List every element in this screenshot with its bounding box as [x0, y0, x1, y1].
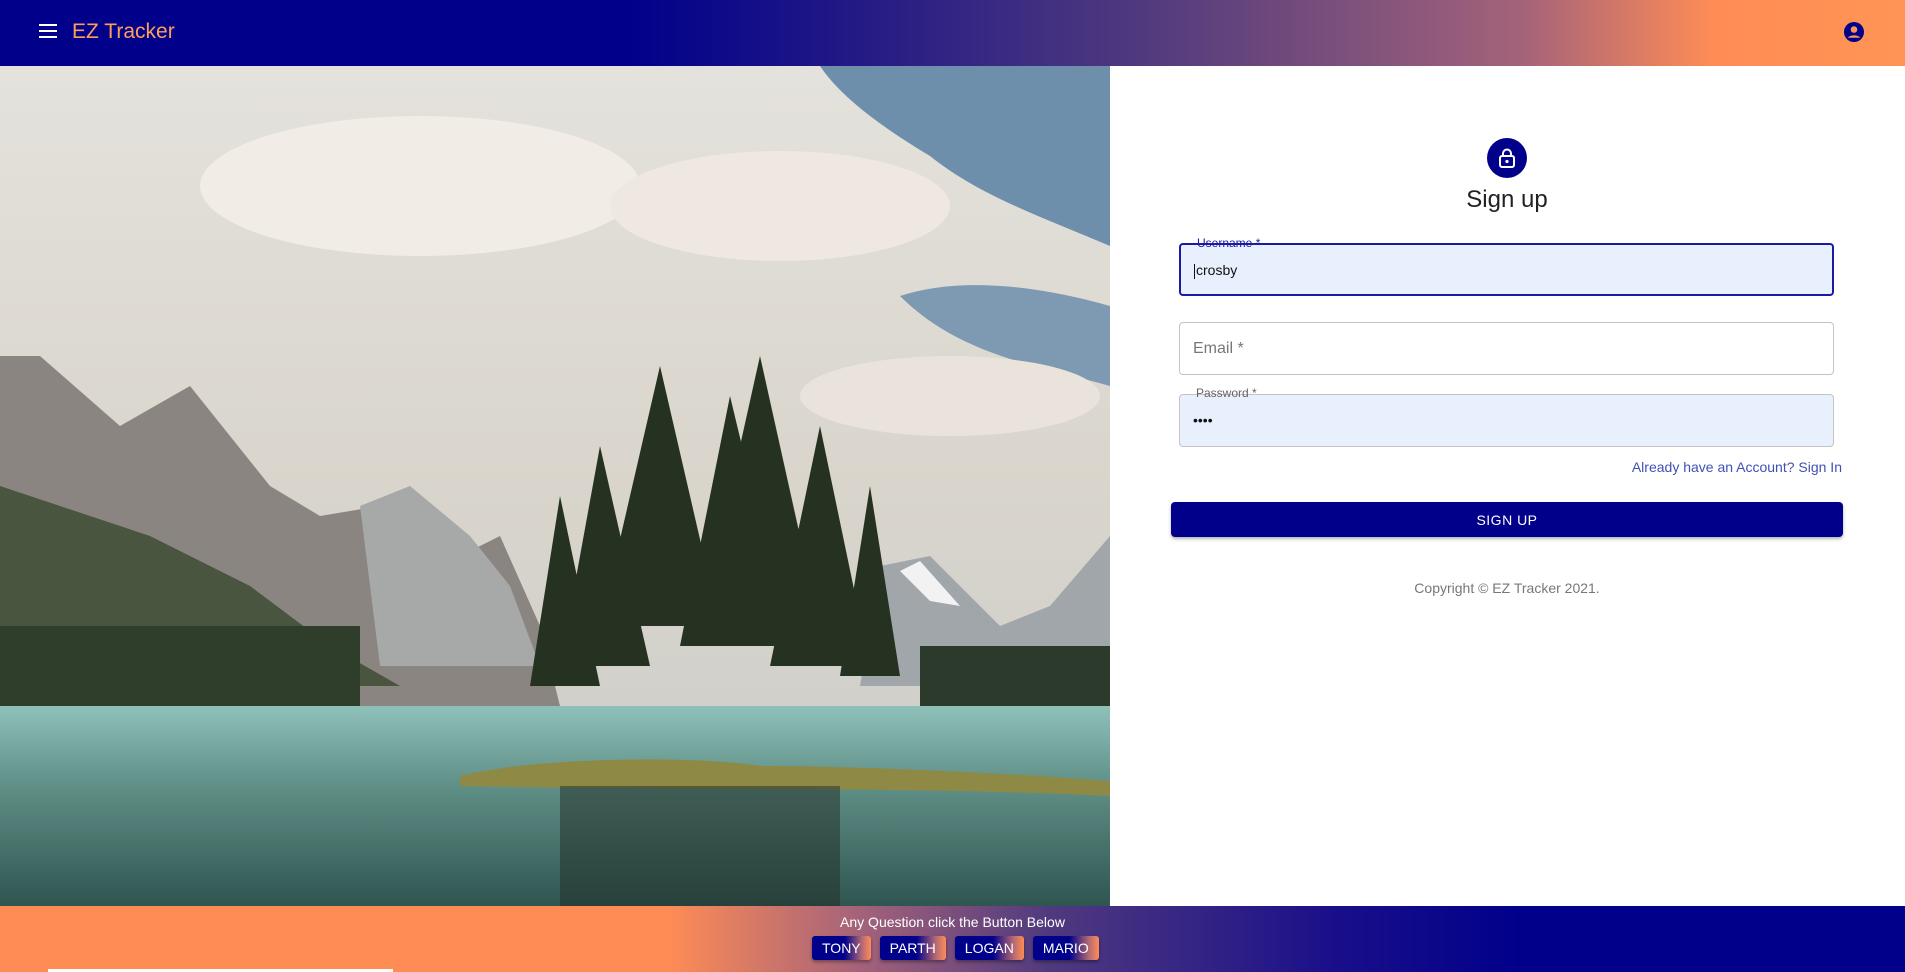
- sign-in-link[interactable]: Already have an Account? Sign In: [1520, 459, 1842, 475]
- footer-text: Any Question click the Button Below: [840, 914, 1065, 930]
- app-title: EZ Tracker: [72, 20, 175, 43]
- contact-button-parth[interactable]: PARTH: [879, 936, 946, 960]
- contact-button-tony[interactable]: TONY: [812, 936, 871, 960]
- contact-button-logan[interactable]: LOGAN: [954, 936, 1024, 960]
- password-value: ••••: [1193, 412, 1213, 428]
- sign-up-button[interactable]: SIGN UP: [1171, 502, 1843, 537]
- email-field[interactable]: Email *: [1179, 322, 1834, 375]
- password-field[interactable]: Password * ••••: [1179, 386, 1834, 447]
- app-bar: EZ Tracker: [0, 0, 1905, 66]
- account-circle-icon[interactable]: [1842, 20, 1866, 44]
- password-label: Password *: [1192, 386, 1261, 400]
- contact-button-mario[interactable]: MARIO: [1032, 936, 1099, 960]
- username-field[interactable]: Username * crosby: [1179, 236, 1834, 296]
- email-placeholder: Email *: [1193, 340, 1244, 357]
- username-label: Username *: [1193, 236, 1265, 250]
- page-title: Sign up: [1466, 186, 1548, 213]
- hero-image: [0, 66, 1110, 906]
- lock-icon: [1487, 138, 1527, 178]
- copyright-text: Copyright © EZ Tracker 2021.: [1414, 580, 1600, 596]
- menu-icon[interactable]: [34, 20, 62, 46]
- contact-buttons: TONY PARTH LOGAN MARIO: [812, 936, 1099, 960]
- lake-mountain-photo: [0, 66, 1110, 906]
- username-value: crosby: [1196, 262, 1238, 278]
- footer: Any Question click the Button Below TONY…: [0, 906, 1905, 972]
